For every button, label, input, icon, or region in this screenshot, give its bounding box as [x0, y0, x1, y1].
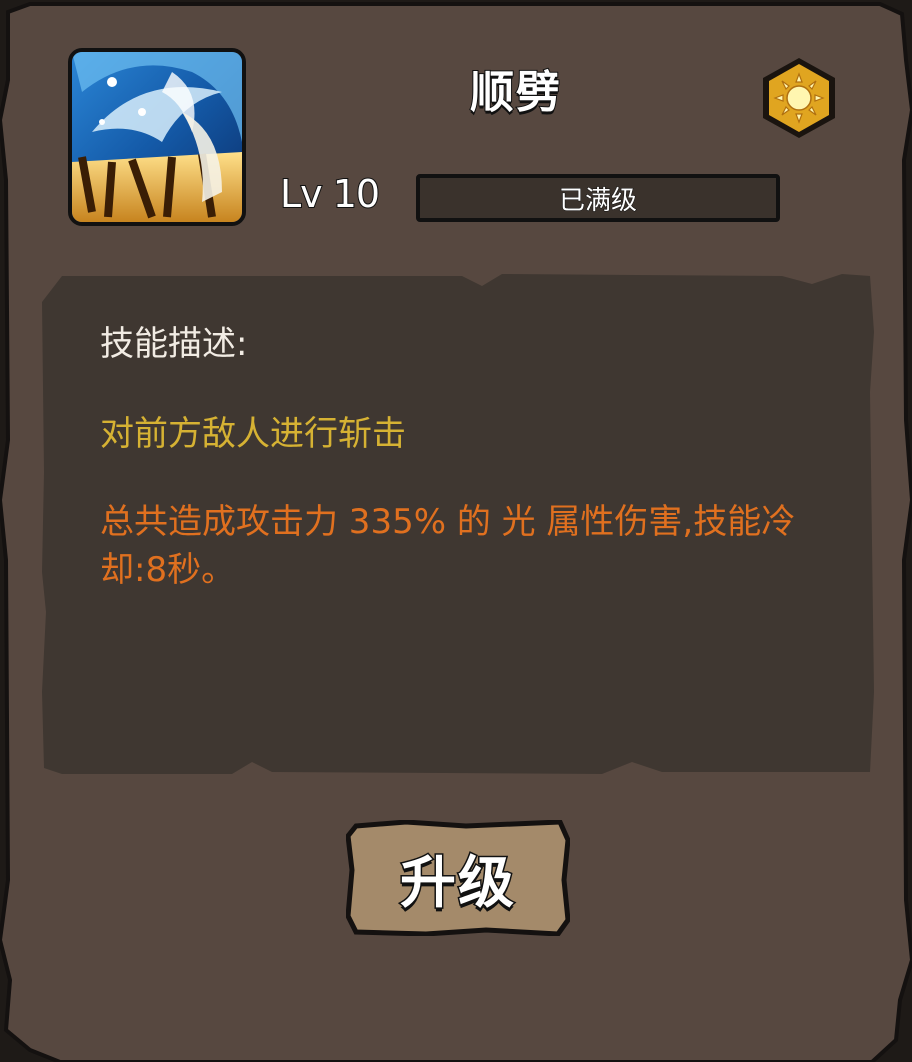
upgrade-button-label: 升级: [399, 849, 516, 917]
element-badge: [760, 56, 838, 140]
upgrade-button[interactable]: 升级: [346, 820, 570, 936]
skill-name: 顺劈: [469, 66, 562, 119]
description-effect: 对前方敌人进行斩击: [100, 414, 406, 454]
description-title: 技能描述:: [100, 324, 248, 364]
skill-icon[interactable]: [68, 48, 246, 226]
sun-icon: [763, 58, 835, 138]
slash-skill-icon: [72, 52, 242, 222]
level-label: Lv 10: [279, 171, 381, 217]
level-status: 已满级: [558, 185, 637, 216]
skill-detail-panel: 顺劈 Lv 10 已满级 技能描述: 对前方敌人进行斩击 总共造成攻击力 335…: [0, 0, 912, 1062]
description-damage: 总共造成攻击力 335% 的 光 属性伤害,技能冷却:8秒。: [100, 502, 796, 590]
level-progress-bar: 已满级: [416, 174, 780, 222]
